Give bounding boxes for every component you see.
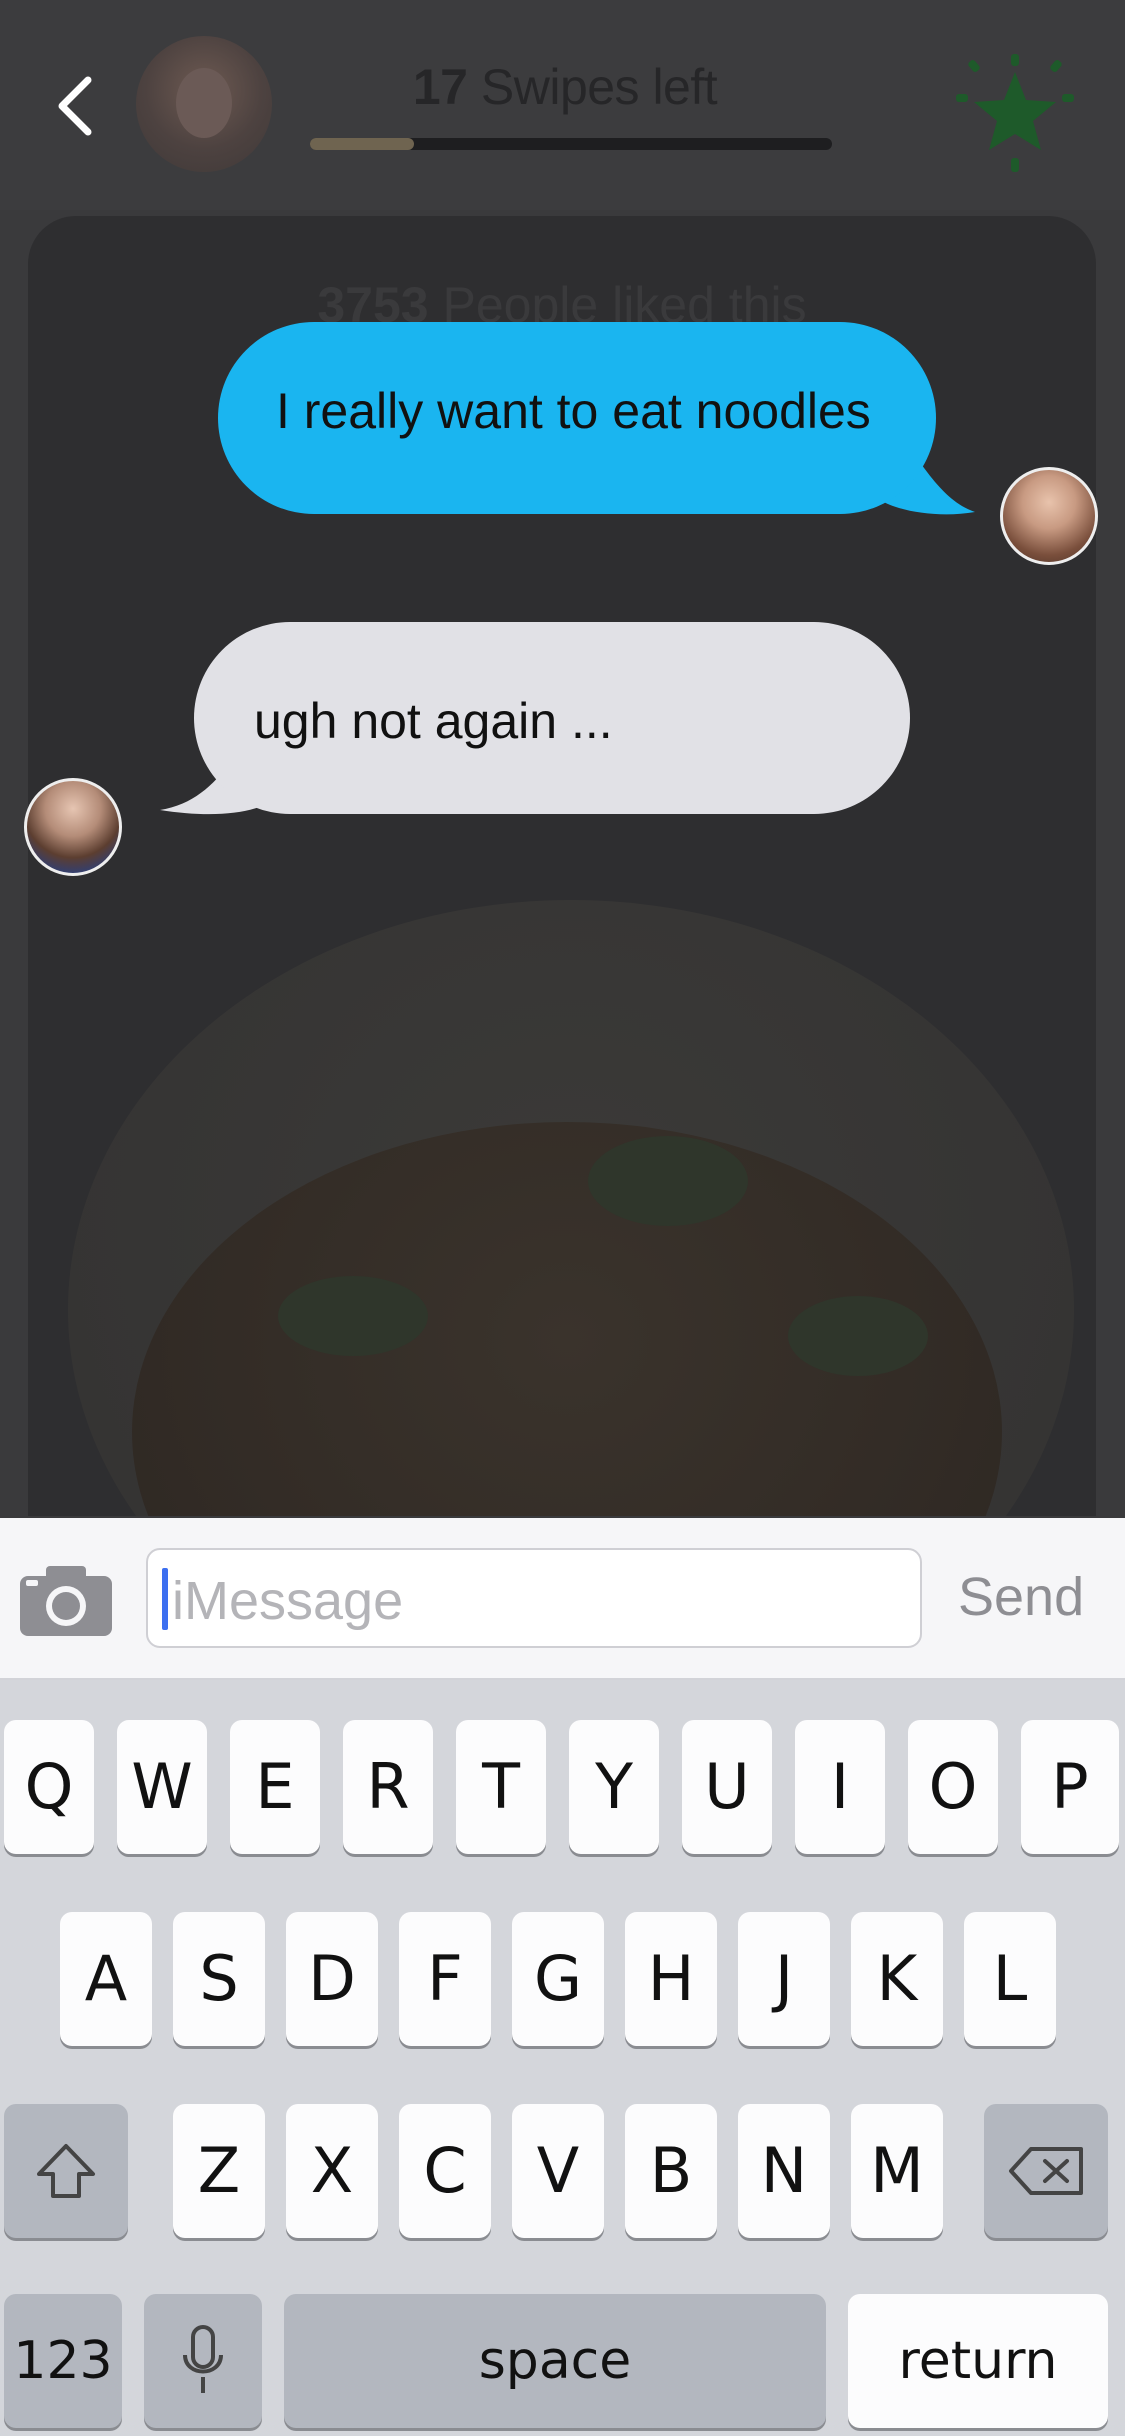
key-y[interactable]: Y bbox=[569, 1720, 659, 1854]
key-c[interactable]: C bbox=[399, 2104, 491, 2238]
space-key[interactable]: space bbox=[284, 2294, 826, 2428]
key-n[interactable]: N bbox=[738, 2104, 830, 2238]
key-g[interactable]: G bbox=[512, 1912, 604, 2046]
shift-icon bbox=[37, 2144, 95, 2198]
camera-icon bbox=[20, 1566, 112, 1636]
key-w[interactable]: W bbox=[117, 1720, 207, 1854]
incoming-message-bubble[interactable]: ugh not again ... bbox=[194, 622, 910, 814]
favorite-star-button[interactable] bbox=[956, 54, 1074, 172]
swipes-progress-fill bbox=[310, 138, 415, 150]
message-placeholder: iMessage bbox=[172, 1571, 404, 1631]
key-t[interactable]: T bbox=[456, 1720, 546, 1854]
key-k[interactable]: K bbox=[851, 1912, 943, 2046]
key-f[interactable]: F bbox=[399, 1912, 491, 2046]
swipes-text: Swipes left bbox=[480, 59, 718, 115]
back-chevron-icon bbox=[58, 76, 92, 136]
shift-key[interactable] bbox=[4, 2104, 128, 2238]
herb-garnish bbox=[788, 1296, 928, 1376]
swipes-progress-bar bbox=[310, 138, 832, 150]
delete-icon bbox=[1009, 2147, 1083, 2195]
key-o[interactable]: O bbox=[908, 1720, 998, 1854]
my-avatar[interactable] bbox=[1000, 467, 1098, 565]
outgoing-message-bubble[interactable]: I really want to eat noodles bbox=[218, 322, 936, 514]
delete-key[interactable] bbox=[984, 2104, 1108, 2238]
incoming-message-text: ugh not again ... bbox=[254, 693, 613, 749]
back-button[interactable] bbox=[48, 70, 100, 142]
star-icon bbox=[956, 54, 1074, 172]
key-e[interactable]: E bbox=[230, 1720, 320, 1854]
numbers-key[interactable]: 123 bbox=[4, 2294, 122, 2428]
key-q[interactable]: Q bbox=[4, 1720, 94, 1854]
key-d[interactable]: D bbox=[286, 1912, 378, 2046]
avatar-face bbox=[176, 68, 232, 138]
message-compose-bar: iMessage Send bbox=[0, 1518, 1125, 1680]
swipes-count: 17 bbox=[412, 59, 468, 115]
key-b[interactable]: B bbox=[625, 2104, 717, 2238]
top-bar: 17 Swipes left bbox=[0, 0, 1125, 210]
key-j[interactable]: J bbox=[738, 1912, 830, 2046]
key-p[interactable]: P bbox=[1021, 1720, 1119, 1854]
key-v[interactable]: V bbox=[512, 2104, 604, 2238]
key-z[interactable]: Z bbox=[173, 2104, 265, 2238]
key-i[interactable]: I bbox=[795, 1720, 885, 1854]
key-x[interactable]: X bbox=[286, 2104, 378, 2238]
key-l[interactable]: L bbox=[964, 1912, 1056, 2046]
keyboard: Q W E R T Y U I O P A S D F G H J K L Z … bbox=[0, 1680, 1125, 2436]
microphone-icon bbox=[183, 2325, 223, 2393]
herb-garnish bbox=[278, 1276, 428, 1356]
outgoing-message-text: I really want to eat noodles bbox=[276, 383, 871, 439]
key-r[interactable]: R bbox=[343, 1720, 433, 1854]
herb-garnish bbox=[588, 1136, 748, 1226]
camera-button[interactable] bbox=[20, 1562, 112, 1636]
dictation-key[interactable] bbox=[144, 2294, 262, 2428]
key-h[interactable]: H bbox=[625, 1912, 717, 2046]
swipes-left-label: 17 Swipes left bbox=[310, 58, 820, 116]
send-button[interactable]: Send bbox=[958, 1566, 1084, 1628]
key-m[interactable]: M bbox=[851, 2104, 943, 2238]
key-a[interactable]: A bbox=[60, 1912, 152, 2046]
key-u[interactable]: U bbox=[682, 1720, 772, 1854]
message-input[interactable]: iMessage bbox=[146, 1548, 922, 1648]
text-cursor bbox=[162, 1568, 168, 1630]
profile-avatar[interactable] bbox=[136, 36, 272, 172]
return-key[interactable]: return bbox=[848, 2294, 1108, 2428]
key-s[interactable]: S bbox=[173, 1912, 265, 2046]
friend-avatar[interactable] bbox=[24, 778, 122, 876]
